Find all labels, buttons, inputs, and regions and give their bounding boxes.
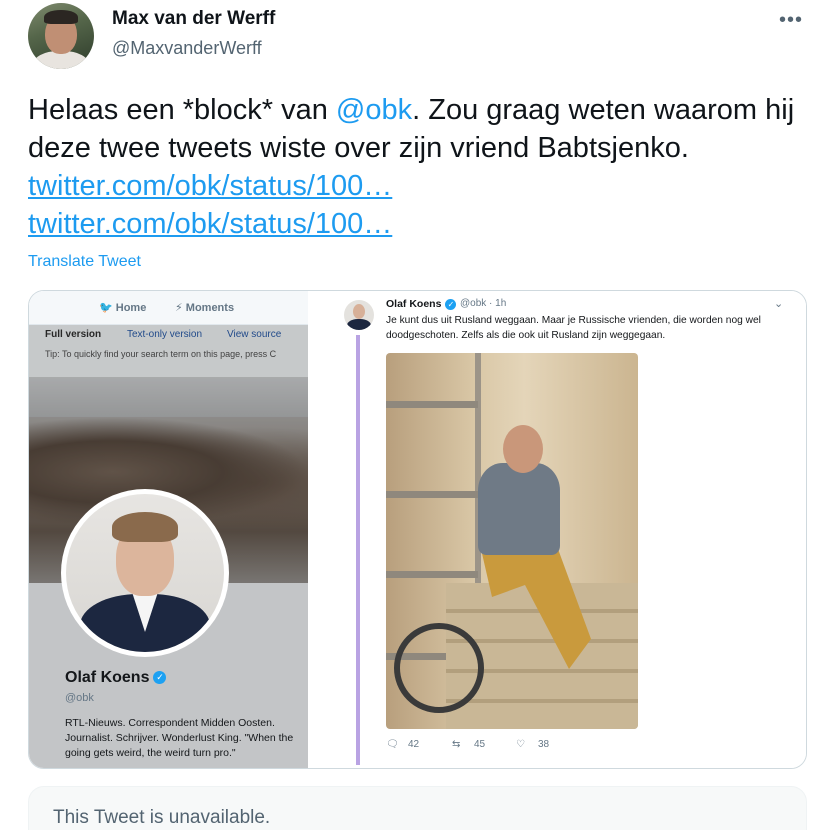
screenshot-tweet-text: Je kunt dus uit Rusland weggaan. Maar je…	[386, 315, 761, 341]
screenshot-profile-bio: RTL-Nieuws. Correspondent Midden Oosten.…	[65, 717, 294, 759]
reply-icon: 🗨	[386, 739, 399, 750]
screenshot-tweet-meta: @obk · 1h	[460, 298, 507, 309]
chevron-down-icon: ⌄	[774, 298, 784, 310]
screenshot-tweet-actions: 🗨 42 ⇆ 45 ♡ 38	[386, 739, 686, 755]
screenshot-tweet-photo	[386, 353, 638, 729]
translate-tweet-link[interactable]: Translate Tweet	[28, 253, 141, 271]
status-link-2[interactable]: twitter.com/obk/status/100…	[28, 205, 818, 243]
mention-link[interactable]: @obk	[336, 94, 412, 126]
screenshot-nav: 🐦 Home ⚡ Moments	[29, 291, 308, 325]
thread-line	[356, 335, 360, 765]
media-tweet-screenshot: Olaf Koens ✓ @obk · 1h ⌄ Je kunt dus uit …	[308, 291, 806, 768]
reply-count: 42	[408, 739, 420, 750]
tweet-media-image[interactable]: 🐦 Home ⚡ Moments Full version Text-only …	[28, 290, 807, 769]
verified-badge-icon: ✓	[153, 671, 167, 685]
tweet-text: Helaas een *block* van @obk. Zou graag w…	[28, 91, 818, 243]
screenshot-text-version: Text-only version	[127, 329, 203, 340]
more-horizontal-icon[interactable]: •••	[779, 10, 809, 34]
screenshot-profile-photo	[61, 489, 229, 657]
unavailable-text: This Tweet is unavailable.	[53, 807, 271, 828]
author-name[interactable]: Max van der Werff	[112, 8, 275, 30]
screenshot-version-bar: Full version Text-only version View sour…	[29, 325, 308, 377]
screenshot-full-version: Full version	[45, 329, 102, 340]
author-handle[interactable]: @MaxvanderWerff	[112, 38, 262, 59]
like-count: 38	[538, 739, 550, 750]
verified-badge-icon: ✓	[445, 298, 457, 310]
screenshot-profile-handle: @obk	[65, 692, 94, 704]
media-profile-screenshot: 🐦 Home ⚡ Moments Full version Text-only …	[29, 291, 308, 768]
tweet-text-part: Helaas een *block* van	[28, 94, 336, 126]
retweet-icon: ⇆	[452, 739, 461, 750]
like-icon: ♡	[516, 739, 525, 750]
screenshot-profile-name: Olaf Koens ✓	[65, 669, 167, 687]
author-avatar[interactable]	[28, 3, 94, 69]
retweet-count: 45	[474, 739, 486, 750]
screenshot-nav-moments: ⚡ Moments	[175, 302, 235, 314]
screenshot-view-source: View source	[227, 329, 282, 340]
unavailable-quote-card: This Tweet is unavailable.	[28, 786, 807, 830]
status-link-1[interactable]: twitter.com/obk/status/100…	[28, 167, 818, 205]
screenshot-tweet-avatar	[344, 300, 374, 330]
screenshot-nav-home: 🐦 Home	[99, 302, 147, 314]
tweet-card: Max van der Werff @MaxvanderWerff ••• He…	[0, 0, 825, 830]
screenshot-tweet-name: Olaf Koens ✓	[386, 298, 457, 310]
screenshot-tip: Tip: To quickly find your search term on…	[45, 349, 277, 359]
